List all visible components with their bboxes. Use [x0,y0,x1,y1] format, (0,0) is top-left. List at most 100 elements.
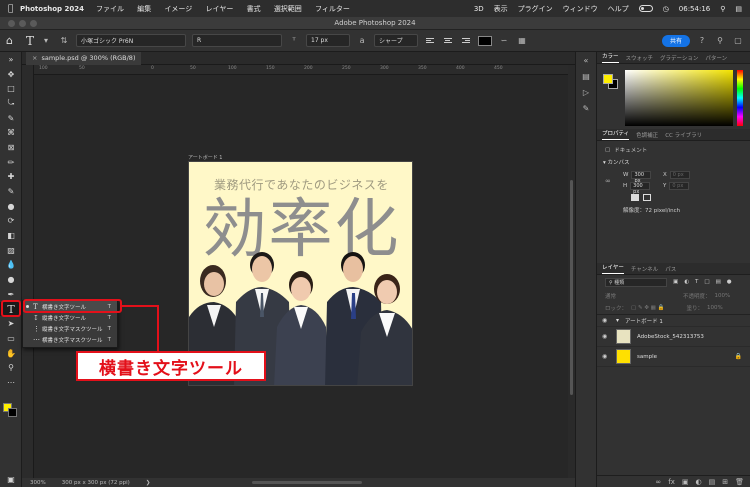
zoom-tool-icon[interactable]: ⚲ [0,360,22,375]
align-center-icon[interactable] [442,35,454,47]
chevron-down-icon[interactable]: ▾ [40,35,52,47]
stamp-tool-icon[interactable]: ● [0,199,22,214]
tab-swatches[interactable]: スウォッチ [626,54,654,62]
canvas-section-header[interactable]: ▾ カンバス [597,155,750,169]
new-layer-icon[interactable]: ⊞ [722,478,728,486]
tab-properties[interactable]: プロパティ [602,129,630,140]
filter-pixel-icon[interactable]: ▣ [673,279,678,285]
chevron-collapse-icon[interactable]: « [576,52,596,68]
menu-view[interactable]: 表示 [494,4,508,14]
text-color-swatch[interactable] [478,35,493,46]
fill-value[interactable]: 100% [707,305,723,311]
font-size-select[interactable]: 17 px [306,34,351,47]
delete-layer-icon[interactable]: 🗑 [735,478,744,486]
align-left-icon[interactable] [424,35,436,47]
close-window-button[interactable] [8,20,15,27]
path-select-tool-icon[interactable]: ➤ [0,316,22,331]
color-swatches[interactable] [3,403,17,417]
comments-panel-icon[interactable]: ✎ [576,100,596,116]
y-value[interactable]: 0 px [669,182,690,190]
search-icon[interactable]: ⚲ [720,5,725,13]
close-tab-icon[interactable]: × [32,54,37,62]
hue-slider[interactable] [737,70,743,126]
filter-shape-icon[interactable]: □ [704,279,709,285]
menu-edit[interactable]: 編集 [137,5,151,13]
frame-tool-icon[interactable]: ⊠ [0,140,22,155]
width-field[interactable]: W 300 px [623,171,652,184]
healing-brush-tool-icon[interactable]: ✚ [0,170,22,185]
visibility-eye-icon[interactable]: ◉ [602,317,610,324]
adjustment-layer-icon[interactable]: ◐ [696,478,702,486]
canvas-vertical-scrollbar[interactable] [568,65,575,478]
visibility-eye-icon[interactable]: ◉ [602,353,610,360]
tab-patterns[interactable]: パターン [705,54,727,62]
font-family-select[interactable]: 小塚ゴシック Pr6N [76,34,187,47]
eyedropper-tool-icon[interactable]: ✏ [0,155,22,170]
artboard-tool-icon[interactable]: □ [0,81,22,96]
history-panel-icon[interactable]: ▤ [576,68,596,84]
app-name-menu[interactable]: Photoshop 2024 [20,5,84,13]
crop-tool-icon[interactable]: ⌘ [0,125,22,140]
brush-tool-icon[interactable]: ✎ [0,184,22,199]
artboard-label[interactable]: アートボード 1 [188,154,222,161]
dodge-tool-icon[interactable]: ● [0,272,22,287]
canvas-horizontal-scrollbar[interactable] [252,481,362,484]
color-picker-field[interactable] [625,70,733,126]
help-icon[interactable]: ? [696,35,708,47]
minimize-window-button[interactable] [19,20,26,27]
blur-tool-icon[interactable]: 💧 [0,258,22,273]
zoom-window-button[interactable] [30,20,37,27]
character-panel-icon[interactable]: ▦ [516,35,528,47]
menu-type[interactable]: 書式 [247,5,261,13]
status-menu-icon[interactable]: ❯ [146,480,151,486]
layer-row[interactable]: ◉ sample 🔒 [597,347,750,367]
tab-layers[interactable]: レイヤー [602,263,624,274]
add-mask-icon[interactable]: ▣ [682,478,689,486]
x-field[interactable]: X0 px [663,171,690,179]
lock-icons[interactable]: ▢ ✎ ✥ ▦ 🔒 [631,305,664,311]
opacity-value[interactable]: 100% [715,293,731,299]
link-icon[interactable]: ∞ [605,177,611,185]
height-field[interactable]: H 300 px [623,182,651,195]
lasso-tool-icon[interactable]: ⤿ [0,96,22,111]
zoom-level[interactable]: 300% [30,480,46,486]
y-field[interactable]: Y0 px [663,182,690,190]
tab-adjustments[interactable]: 色調補正 [636,131,658,139]
layer-style-icon[interactable]: fx [668,478,675,486]
history-brush-tool-icon[interactable]: ⟳ [0,214,22,229]
new-group-icon[interactable]: ▤ [709,478,716,486]
tab-paths[interactable]: パス [665,265,676,273]
search-icon[interactable]: ⚲ [714,35,726,47]
landscape-orientation-icon[interactable] [643,194,651,201]
scrollbar-thumb[interactable] [570,180,573,395]
menu-help[interactable]: ヘルプ [608,4,629,14]
menu-file[interactable]: ファイル [96,5,124,13]
orientation-toggle-icon[interactable]: ⇅ [58,35,70,47]
portrait-orientation-icon[interactable] [631,194,639,201]
quick-mask-icon[interactable]: ▣ [0,472,22,487]
flyout-horizontal-type-mask-tool[interactable]: ⋯ 横書き文字マスクツール T [23,335,117,346]
menu-plugins[interactable]: プラグイン [518,4,553,14]
toggle-icon[interactable] [638,5,653,12]
gradient-tool-icon[interactable]: ▨ [0,243,22,258]
hand-tool-icon[interactable]: ✋ [0,346,22,361]
menu-image[interactable]: イメージ [164,5,192,13]
rectangle-tool-icon[interactable]: ▭ [0,331,22,346]
tab-cc-libraries[interactable]: CC ライブラリ [665,131,702,139]
blend-mode-select[interactable]: 通常 [605,292,657,300]
height-value[interactable]: 300 px [630,182,651,195]
actions-panel-icon[interactable]: ▷ [576,84,596,100]
tab-color[interactable]: カラー [602,52,619,63]
eraser-tool-icon[interactable]: ◧ [0,228,22,243]
control-center-icon[interactable]: ▤ [735,5,742,13]
filter-smart-icon[interactable]: ▤ [716,279,721,285]
tab-gradients[interactable]: グラデーション [660,54,698,62]
x-value[interactable]: 0 px [669,171,690,179]
align-right-icon[interactable] [460,35,472,47]
home-icon[interactable]: ⌂ [6,34,20,47]
move-tool-icon[interactable]: ✥ [0,67,22,82]
workspace-icon[interactable]: ▢ [732,35,744,47]
menu-3d[interactable]: 3D [474,5,484,13]
layer-row[interactable]: ◉ AdobeStock_542313753 [597,327,750,347]
chevron-down-icon[interactable]: ▾ [616,317,619,324]
